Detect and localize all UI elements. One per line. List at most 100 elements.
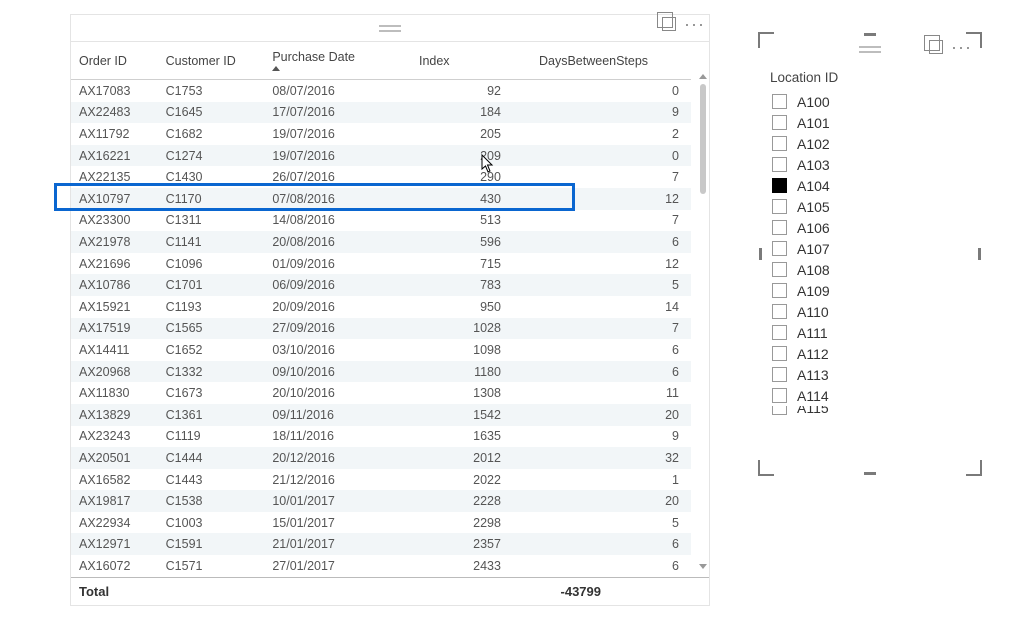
data-table: Order ID Customer ID Purchase Date Index… (71, 42, 691, 577)
selection-handle-icon[interactable] (759, 248, 762, 260)
table-row[interactable]: AX21978C114120/08/20165966 (71, 231, 691, 253)
cell-purchase-date: 09/11/2016 (264, 404, 411, 426)
slicer-item[interactable]: A111 (766, 322, 974, 343)
selection-handle-icon[interactable] (978, 248, 981, 260)
checkbox-icon[interactable] (772, 199, 787, 214)
cell-purchase-date: 27/01/2017 (264, 555, 411, 577)
table-row[interactable]: AX13829C136109/11/2016154220 (71, 404, 691, 426)
table-row[interactable]: AX16072C157127/01/201724336 (71, 555, 691, 577)
slicer-item[interactable]: A106 (766, 217, 974, 238)
focus-mode-icon[interactable] (662, 17, 676, 31)
scroll-down-icon[interactable] (699, 564, 707, 569)
table-row[interactable]: AX16221C127419/07/20162090 (71, 145, 691, 167)
column-header-customer-id[interactable]: Customer ID (158, 42, 265, 80)
slicer-item[interactable]: A113 (766, 364, 974, 385)
cell-customer-id: C1141 (158, 231, 265, 253)
table-row[interactable]: AX10797C117007/08/201643012 (71, 188, 691, 210)
vertical-scrollbar[interactable] (699, 72, 707, 573)
slicer-item[interactable]: A100 (766, 91, 974, 112)
selection-handle-icon[interactable] (758, 460, 774, 476)
scroll-up-icon[interactable] (699, 74, 707, 79)
cell-index: 596 (411, 231, 531, 253)
slicer-item[interactable]: A110 (766, 301, 974, 322)
cell-purchase-date: 26/07/2016 (264, 166, 411, 188)
cell-index: 92 (411, 80, 531, 102)
slicer-item[interactable]: A105 (766, 196, 974, 217)
checkbox-icon[interactable] (772, 367, 787, 382)
table-row[interactable]: AX12971C159121/01/201723576 (71, 533, 691, 555)
selection-handle-icon[interactable] (864, 472, 876, 475)
column-header-days-between[interactable]: DaysBetweenSteps (531, 42, 691, 80)
table-row[interactable]: AX22934C100315/01/201722985 (71, 512, 691, 534)
column-header-purchase-date[interactable]: Purchase Date (264, 42, 411, 80)
checkbox-icon[interactable] (772, 115, 787, 130)
focus-mode-icon[interactable] (929, 40, 943, 54)
checkbox-icon[interactable] (772, 136, 787, 151)
slicer-item[interactable]: A112 (766, 343, 974, 364)
cell-order-id: AX14411 (71, 339, 158, 361)
table-row[interactable]: AX16582C144321/12/201620221 (71, 469, 691, 491)
drag-handle-icon[interactable] (859, 46, 881, 53)
more-options-icon[interactable]: ··· (951, 42, 972, 52)
cell-customer-id: C1652 (158, 339, 265, 361)
slicer-item[interactable]: A103 (766, 154, 974, 175)
column-header-index[interactable]: Index (411, 42, 531, 80)
table-row[interactable]: AX20968C133209/10/201611806 (71, 361, 691, 383)
cell-days-between: 1 (531, 469, 691, 491)
cell-purchase-date: 09/10/2016 (264, 361, 411, 383)
selection-handle-icon[interactable] (966, 460, 982, 476)
table-row[interactable]: AX22483C164517/07/20161849 (71, 102, 691, 124)
cell-customer-id: C1430 (158, 166, 265, 188)
column-header-order-id[interactable]: Order ID (71, 42, 158, 80)
table-row[interactable]: AX23300C131114/08/20165137 (71, 210, 691, 232)
checkbox-icon[interactable] (772, 283, 787, 298)
slicer-item[interactable]: A104 (766, 175, 974, 196)
checkbox-icon[interactable] (772, 388, 787, 403)
checkbox-icon[interactable] (772, 157, 787, 172)
checkbox-icon[interactable] (772, 178, 787, 193)
checkbox-icon[interactable] (772, 406, 787, 415)
slicer-item[interactable]: A108 (766, 259, 974, 280)
slicer-item[interactable]: A115 (766, 406, 974, 421)
slicer-item[interactable]: A114 (766, 385, 974, 406)
checkbox-icon[interactable] (772, 94, 787, 109)
cell-customer-id: C1311 (158, 210, 265, 232)
table-row[interactable]: AX23243C111918/11/201616359 (71, 426, 691, 448)
scroll-thumb[interactable] (700, 84, 706, 194)
table-row[interactable]: AX14411C165203/10/201610986 (71, 339, 691, 361)
cell-order-id: AX20501 (71, 447, 158, 469)
table-row[interactable]: AX10786C170106/09/20167835 (71, 274, 691, 296)
table-row[interactable]: AX21696C109601/09/201671512 (71, 253, 691, 275)
cell-purchase-date: 15/01/2017 (264, 512, 411, 534)
slicer-item[interactable]: A109 (766, 280, 974, 301)
checkbox-icon[interactable] (772, 325, 787, 340)
visual-header[interactable]: ··· (71, 15, 709, 42)
table-row[interactable]: AX22135C143026/07/20162907 (71, 166, 691, 188)
slicer-item-label: A113 (797, 367, 829, 383)
cell-customer-id: C1332 (158, 361, 265, 383)
table-row[interactable]: AX15921C119320/09/201695014 (71, 296, 691, 318)
table-row[interactable]: AX11792C168219/07/20162052 (71, 123, 691, 145)
slicer-item[interactable]: A107 (766, 238, 974, 259)
cell-days-between: 6 (531, 555, 691, 577)
cell-days-between: 12 (531, 188, 691, 210)
slicer-item[interactable]: A102 (766, 133, 974, 154)
slicer-item[interactable]: A101 (766, 112, 974, 133)
table-row[interactable]: AX20501C144420/12/2016201232 (71, 447, 691, 469)
checkbox-icon[interactable] (772, 220, 787, 235)
cell-index: 2433 (411, 555, 531, 577)
visual-header[interactable]: ··· (762, 36, 978, 62)
table-row[interactable]: AX17083C175308/07/2016920 (71, 80, 691, 102)
checkbox-icon[interactable] (772, 241, 787, 256)
table-row[interactable]: AX17519C156527/09/201610287 (71, 318, 691, 340)
checkbox-icon[interactable] (772, 346, 787, 361)
scroll-track[interactable] (699, 84, 707, 561)
cell-order-id: AX16221 (71, 145, 158, 167)
drag-handle-icon[interactable] (379, 25, 401, 32)
table-row[interactable]: AX19817C153810/01/2017222820 (71, 490, 691, 512)
table-row[interactable]: AX11830C167320/10/2016130811 (71, 382, 691, 404)
checkbox-icon[interactable] (772, 262, 787, 277)
checkbox-icon[interactable] (772, 304, 787, 319)
cell-days-between: 6 (531, 533, 691, 555)
more-options-icon[interactable]: ··· (684, 19, 705, 29)
